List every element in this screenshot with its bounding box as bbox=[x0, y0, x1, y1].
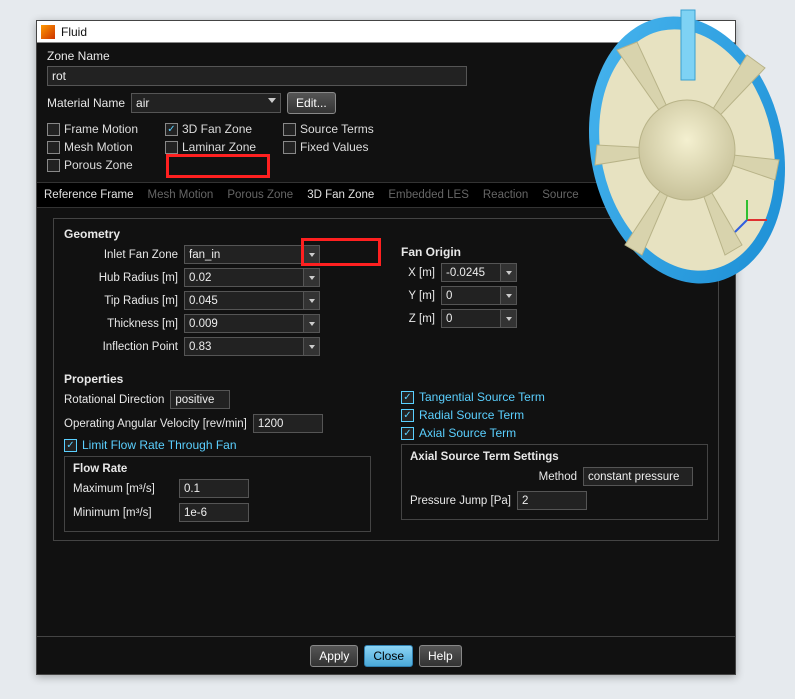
laminar-zone-checkbox[interactable]: Laminar Zone bbox=[165, 140, 275, 154]
pjump-input[interactable] bbox=[517, 491, 587, 510]
material-name-combo[interactable]: air bbox=[131, 93, 281, 113]
tab-embedded-les[interactable]: Embedded LES bbox=[381, 183, 476, 207]
flow-rate-title: Flow Rate bbox=[73, 463, 362, 475]
tip-radius-label: Tip Radius [m] bbox=[64, 295, 184, 307]
origin-y-drop[interactable] bbox=[501, 286, 517, 305]
origin-y-label: Y [m] bbox=[401, 290, 441, 302]
tab-3d-fan-zone[interactable]: 3D Fan Zone bbox=[300, 183, 381, 207]
origin-y-input[interactable] bbox=[441, 286, 501, 305]
tab-row: Reference Frame Mesh Motion Porous Zone … bbox=[37, 182, 735, 208]
thickness-input[interactable] bbox=[184, 314, 304, 333]
flow-max-input[interactable] bbox=[179, 479, 249, 498]
3d-fan-zone-checkbox[interactable]: 3D Fan Zone bbox=[165, 122, 275, 136]
hub-radius-label: Hub Radius [m] bbox=[64, 272, 184, 284]
fluid-dialog: Fluid Zone Name Material Name air Edit..… bbox=[36, 20, 736, 675]
chevron-down-icon bbox=[268, 98, 276, 103]
help-button[interactable]: Help bbox=[419, 645, 462, 667]
fixed-values-checkbox[interactable]: Fixed Values bbox=[283, 140, 393, 154]
tab-porous-zone[interactable]: Porous Zone bbox=[220, 183, 300, 207]
limit-flow-checkbox[interactable]: Limit Flow Rate Through Fan bbox=[64, 438, 371, 452]
method-label: Method bbox=[539, 471, 577, 483]
zone-name-label: Zone Name bbox=[47, 49, 725, 63]
titlebar: Fluid bbox=[37, 21, 735, 43]
properties-title: Properties bbox=[64, 372, 708, 386]
tab-reference-frame[interactable]: Reference Frame bbox=[37, 183, 140, 207]
origin-x-label: X [m] bbox=[401, 267, 441, 279]
tip-radius-drop[interactable] bbox=[304, 291, 320, 310]
axial-checkbox[interactable]: Axial Source Term bbox=[401, 426, 708, 440]
origin-z-drop[interactable] bbox=[501, 309, 517, 328]
origin-x-drop[interactable] bbox=[501, 263, 517, 282]
fan-origin-title: Fan Origin bbox=[401, 245, 708, 259]
axial-settings-title: Axial Source Term Settings bbox=[410, 451, 699, 463]
material-name-value: air bbox=[136, 96, 149, 110]
zone-name-input[interactable] bbox=[47, 66, 467, 86]
origin-z-input[interactable] bbox=[441, 309, 501, 328]
inlet-fan-zone-label: Inlet Fan Zone bbox=[64, 249, 184, 261]
dialog-button-row: Apply Close Help bbox=[37, 636, 735, 674]
inlet-fan-zone-drop[interactable] bbox=[304, 245, 320, 264]
flow-min-label: Minimum [m³/s] bbox=[73, 507, 173, 519]
inflection-label: Inflection Point bbox=[64, 341, 184, 353]
flow-max-label: Maximum [m³/s] bbox=[73, 483, 173, 495]
edit-material-button[interactable]: Edit... bbox=[287, 92, 336, 114]
ang-vel-input[interactable] bbox=[253, 414, 323, 433]
window-title: Fluid bbox=[61, 25, 87, 39]
rot-dir-label: Rotational Direction bbox=[64, 394, 164, 406]
thickness-drop[interactable] bbox=[304, 314, 320, 333]
tangential-checkbox[interactable]: Tangential Source Term bbox=[401, 390, 708, 404]
pjump-label: Pressure Jump [Pa] bbox=[410, 495, 511, 507]
hub-radius-drop[interactable] bbox=[304, 268, 320, 287]
tab-mesh-motion[interactable]: Mesh Motion bbox=[140, 183, 220, 207]
mesh-motion-checkbox[interactable]: Mesh Motion bbox=[47, 140, 157, 154]
inflection-drop[interactable] bbox=[304, 337, 320, 356]
frame-motion-checkbox[interactable]: Frame Motion bbox=[47, 122, 157, 136]
material-name-label: Material Name bbox=[47, 96, 125, 110]
radial-checkbox[interactable]: Radial Source Term bbox=[401, 408, 708, 422]
rot-dir-input[interactable] bbox=[170, 390, 230, 409]
close-button[interactable]: Close bbox=[364, 645, 413, 667]
origin-x-input[interactable] bbox=[441, 263, 501, 282]
thickness-label: Thickness [m] bbox=[64, 318, 184, 330]
tab-source[interactable]: Source bbox=[535, 183, 585, 207]
method-input[interactable] bbox=[583, 467, 693, 486]
inlet-fan-zone-input[interactable] bbox=[184, 245, 304, 264]
source-terms-checkbox[interactable]: Source Terms bbox=[283, 122, 393, 136]
flow-min-input[interactable] bbox=[179, 503, 249, 522]
hub-radius-input[interactable] bbox=[184, 268, 304, 287]
origin-z-label: Z [m] bbox=[401, 313, 441, 325]
inflection-input[interactable] bbox=[184, 337, 304, 356]
tip-radius-input[interactable] bbox=[184, 291, 304, 310]
ang-vel-label: Operating Angular Velocity [rev/min] bbox=[64, 418, 247, 430]
app-icon bbox=[41, 25, 55, 39]
geometry-title: Geometry bbox=[64, 227, 708, 241]
apply-button[interactable]: Apply bbox=[310, 645, 358, 667]
tab-reaction[interactable]: Reaction bbox=[476, 183, 535, 207]
porous-zone-checkbox[interactable]: Porous Zone bbox=[47, 158, 157, 172]
